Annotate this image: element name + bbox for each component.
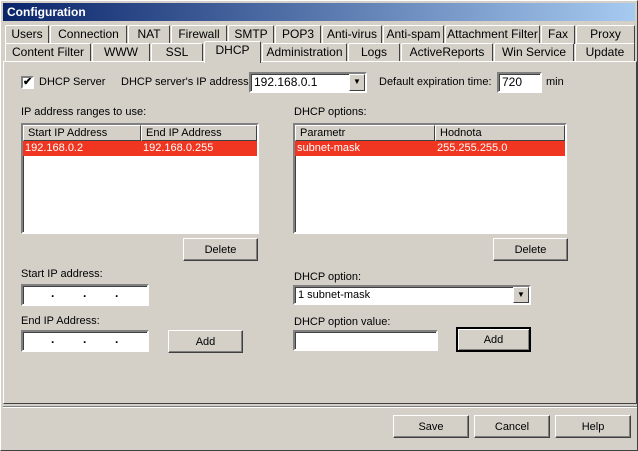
- configuration-window: Configuration Users Connection NAT Firew…: [0, 0, 638, 451]
- expiration-value: 720: [502, 75, 523, 89]
- expiration-input[interactable]: 720: [497, 72, 542, 93]
- tab-nat[interactable]: NAT: [128, 25, 170, 44]
- tab-administration[interactable]: Administration: [262, 43, 347, 62]
- option-value-cell: 255.255.255.0: [437, 142, 508, 154]
- server-ip-value: 192.168.0.1: [254, 75, 318, 89]
- tab-connection[interactable]: Connection: [50, 25, 127, 44]
- start-ip-input[interactable]: . . .: [21, 284, 149, 306]
- tab-content-filter[interactable]: Content Filter: [5, 43, 91, 62]
- tab-www[interactable]: WWW: [92, 43, 150, 62]
- window-title: Configuration: [3, 3, 635, 21]
- dhcp-server-label: DHCP Server: [39, 76, 106, 88]
- tab-row-2: Content Filter WWW SSL DHCP Administrati…: [1, 41, 638, 63]
- help-button[interactable]: Help: [555, 415, 631, 438]
- option-value-label: DHCP option value:: [294, 316, 391, 328]
- options-column-value[interactable]: Hodnota: [435, 125, 565, 141]
- expiration-label: Default expiration time:: [379, 76, 492, 88]
- option-select-label: DHCP option:: [294, 271, 362, 283]
- add-range-button[interactable]: Add: [168, 330, 243, 353]
- add-option-button[interactable]: Add: [456, 327, 531, 352]
- tab-pop3[interactable]: POP3: [275, 25, 321, 44]
- table-row[interactable]: subnet-mask 255.255.255.0: [295, 141, 565, 156]
- tab-attachment-filter[interactable]: Attachment Filter: [445, 25, 540, 44]
- table-row[interactable]: 192.168.0.2 192.168.0.255: [23, 141, 257, 156]
- tab-activereports[interactable]: ActiveReports: [401, 43, 493, 62]
- tab-anti-spam[interactable]: Anti-spam: [383, 25, 444, 44]
- footer-separator: [3, 406, 637, 408]
- dhcp-panel: ✔ DHCP Server DHCP server's IP address: …: [3, 61, 637, 404]
- server-ip-label: DHCP server's IP address:: [121, 76, 252, 88]
- options-list[interactable]: Parametr Hodnota subnet-mask 255.255.255…: [293, 123, 567, 234]
- ranges-column-start[interactable]: Start IP Address: [23, 125, 141, 141]
- chevron-down-icon[interactable]: ▼: [349, 74, 365, 91]
- tab-dhcp[interactable]: DHCP: [204, 41, 261, 63]
- tab-win-service[interactable]: Win Service: [494, 43, 574, 62]
- ip-dot: .: [115, 332, 119, 346]
- ranges-list[interactable]: Start IP Address End IP Address 192.168.…: [21, 123, 259, 234]
- save-button[interactable]: Save: [393, 415, 469, 438]
- tab-fax[interactable]: Fax: [541, 25, 575, 44]
- cancel-button[interactable]: Cancel: [474, 415, 550, 438]
- ip-dot: .: [115, 286, 119, 300]
- delete-range-button[interactable]: Delete: [183, 238, 258, 261]
- expiration-unit: min: [546, 76, 564, 88]
- tab-anti-virus[interactable]: Anti-virus: [322, 25, 382, 44]
- option-select-value: 1 subnet-mask: [298, 289, 371, 301]
- ip-dot: .: [51, 332, 55, 346]
- tab-update[interactable]: Update: [575, 43, 635, 62]
- tab-users[interactable]: Users: [5, 25, 49, 44]
- ranges-label: IP address ranges to use:: [21, 106, 147, 118]
- end-ip-input[interactable]: . . .: [21, 330, 149, 352]
- dhcp-server-checkbox[interactable]: ✔: [21, 76, 34, 89]
- start-ip-label: Start IP address:: [21, 268, 103, 280]
- option-select[interactable]: 1 subnet-mask ▼: [293, 285, 531, 305]
- tab-row-1: Users Connection NAT Firewall SMTP POP3 …: [1, 25, 638, 44]
- ip-dot: .: [83, 332, 87, 346]
- tab-ssl[interactable]: SSL: [151, 43, 203, 62]
- ip-dot: .: [83, 286, 87, 300]
- chevron-down-icon[interactable]: ▼: [513, 287, 529, 303]
- server-ip-combobox[interactable]: 192.168.0.1 ▼: [249, 72, 367, 93]
- range-start-cell: 192.168.0.2: [25, 142, 84, 154]
- delete-option-button[interactable]: Delete: [493, 238, 568, 261]
- options-column-param[interactable]: Parametr: [295, 125, 435, 141]
- tab-proxy[interactable]: Proxy: [576, 25, 635, 44]
- ip-dot: .: [51, 286, 55, 300]
- tab-logs[interactable]: Logs: [348, 43, 400, 62]
- options-label: DHCP options:: [294, 106, 367, 118]
- end-ip-label: End IP Address:: [21, 315, 100, 327]
- range-end-cell: 192.168.0.255: [143, 142, 214, 154]
- option-param-cell: subnet-mask: [297, 142, 360, 154]
- option-value-input[interactable]: [293, 330, 438, 351]
- ranges-column-end[interactable]: End IP Address: [141, 125, 257, 141]
